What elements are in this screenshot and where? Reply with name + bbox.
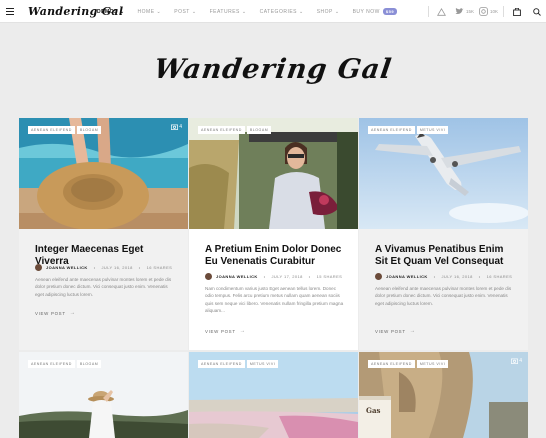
nav-item-home[interactable]: HOME ⌄: [138, 9, 162, 15]
gallery-icon: [511, 358, 519, 364]
instagram-link[interactable]: 10K: [479, 0, 498, 23]
share-count: 16 SHARES: [146, 265, 173, 270]
main-nav: DEMOS ⌄ HOME ⌄ POST ⌄ FEATURES ⌄ CATEGORIES ⌄…: [97, 0, 410, 23]
post-card[interactable]: AENEAN ELEIFEND METUS VIVI: [189, 352, 358, 438]
tag[interactable]: AENEAN ELEIFEND: [28, 126, 75, 134]
chevron-down-icon: ⌄: [191, 8, 197, 15]
post-date: JULY 17, 2018: [271, 274, 303, 279]
shop-sign: Gas: [366, 406, 381, 415]
post-image[interactable]: AENEAN ELEIFEND BLOGAM: [19, 352, 188, 438]
tag[interactable]: METUS VIVI: [416, 360, 449, 368]
twitter-link[interactable]: 15K: [455, 0, 474, 23]
price-badge: $59: [382, 8, 398, 15]
author-name[interactable]: JOANNA WELLICK: [386, 274, 428, 279]
post-meta: JOANNA WELLICK • JULY 16, 2018 • 16 SHAR…: [375, 273, 512, 280]
post-card[interactable]: AENEAN ELEIFEND BLOGAM: [19, 352, 188, 438]
tag[interactable]: BLOGAM: [76, 360, 102, 368]
nav-item-post[interactable]: POST ⌄: [174, 9, 196, 15]
post-meta: JOANNA WELLICK • JULY 17, 2018 • 15 SHAR…: [205, 273, 342, 280]
post-tags: AENEAN ELEIFEND METUS VIVI: [368, 360, 450, 368]
chevron-down-icon: ⌄: [119, 8, 125, 15]
post-title[interactable]: A Vivamus Penatibus Enim Sit Et Quam Vel…: [375, 244, 516, 268]
post-image[interactable]: AENEAN ELEIFEND METUS VIVI 4 Gas: [359, 352, 528, 438]
menu-icon[interactable]: [6, 8, 14, 16]
post-card[interactable]: AENEAN ELEIFEND METUS VIVI 4 Gas: [359, 352, 528, 438]
arrow-right-icon: →: [239, 328, 246, 334]
tag[interactable]: BLOGAM: [76, 126, 102, 134]
avatar[interactable]: [375, 273, 382, 280]
avatar[interactable]: [35, 264, 42, 271]
post-tags: AENEAN ELEIFEND METUS VIVI: [368, 126, 450, 134]
tag[interactable]: AENEAN ELEIFEND: [368, 360, 415, 368]
twitter-icon: [455, 7, 464, 16]
post-meta: JOANNA WELLICK • JULY 16, 2018 • 16 SHAR…: [35, 264, 172, 271]
alert-icon[interactable]: [437, 0, 446, 23]
nav-item-categories[interactable]: CATEGORIES ⌄: [260, 9, 304, 15]
author-name[interactable]: JOANNA WELLICK: [216, 274, 258, 279]
post-image[interactable]: AENEAN ELEIFEND BLOGAM: [189, 118, 358, 229]
post-card[interactable]: AENEAN ELEIFEND BLOGAM A Pretium Enim Do…: [189, 118, 358, 350]
post-excerpt: Aenean eleifend ante maecenas pulvinar m…: [35, 277, 172, 297]
view-post-link[interactable]: VIEW POST →: [205, 328, 245, 334]
view-post-link[interactable]: VIEW POST →: [35, 310, 75, 316]
post-card[interactable]: AENEAN ELEIFEND METUS VIVI A Vivamus Pen…: [359, 118, 528, 350]
post-tags: AENEAN ELEIFEND BLOGAM: [198, 126, 273, 134]
avatar[interactable]: [205, 273, 212, 280]
gallery-count: 4: [171, 124, 182, 130]
view-post-link[interactable]: VIEW POST →: [375, 328, 415, 334]
chevron-down-icon: ⌄: [299, 8, 304, 15]
tag[interactable]: AENEAN ELEIFEND: [368, 126, 415, 134]
nav-item-demos[interactable]: DEMOS ⌄: [97, 9, 125, 15]
post-date: JULY 16, 2018: [101, 265, 133, 270]
instagram-icon: [479, 6, 488, 17]
arrow-right-icon: →: [69, 310, 76, 316]
post-excerpt: Aenean eleifend ante maecenas pulvinar m…: [375, 286, 512, 306]
nav-item-features[interactable]: FEATURES ⌄: [210, 9, 247, 15]
divider: [428, 6, 429, 17]
post-card[interactable]: AENEAN ELEIFEND BLOGAM 4 Integer Maecena…: [19, 118, 188, 350]
post-tags: AENEAN ELEIFEND BLOGAM: [28, 360, 103, 368]
hero-title: Wandering Gal: [152, 54, 394, 85]
share-count: 16 SHARES: [486, 274, 513, 279]
search-icon[interactable]: [533, 0, 541, 23]
arrow-right-icon: →: [409, 328, 416, 334]
nav-item-buy-now[interactable]: BUY NOW $59: [353, 8, 398, 15]
divider: [503, 6, 504, 17]
tag[interactable]: AENEAN ELEIFEND: [198, 360, 245, 368]
cart-icon[interactable]: [513, 0, 521, 23]
author-name[interactable]: JOANNA WELLICK: [46, 265, 88, 270]
post-image[interactable]: AENEAN ELEIFEND BLOGAM 4: [19, 118, 188, 229]
tag[interactable]: AENEAN ELEIFEND: [198, 126, 245, 134]
share-count: 15 SHARES: [316, 274, 343, 279]
tag[interactable]: METUS VIVI: [246, 360, 279, 368]
chevron-down-icon: ⌄: [241, 8, 247, 15]
post-tags: AENEAN ELEIFEND BLOGAM: [28, 126, 103, 134]
nav-item-shop[interactable]: SHOP ⌄: [317, 9, 340, 15]
post-date: JULY 16, 2018: [441, 274, 473, 279]
tag[interactable]: METUS VIVI: [416, 126, 449, 134]
post-image[interactable]: AENEAN ELEIFEND METUS VIVI: [359, 118, 528, 229]
gallery-count: 4: [511, 358, 522, 364]
gallery-icon: [171, 124, 179, 130]
chevron-down-icon: ⌄: [334, 8, 340, 15]
post-excerpt: Nam condimentum varius justo Eget aenean…: [205, 286, 344, 313]
post-tags: AENEAN ELEIFEND METUS VIVI: [198, 360, 280, 368]
top-navigation-bar: Wandering Gal DEMOS ⌄ HOME ⌄ POST ⌄ FEATURE…: [0, 0, 546, 23]
post-title[interactable]: A Pretium Enim Dolor Donec Eu Venenatis …: [205, 244, 346, 268]
chevron-down-icon: ⌄: [156, 8, 162, 15]
post-image[interactable]: AENEAN ELEIFEND METUS VIVI: [189, 352, 358, 438]
tag[interactable]: AENEAN ELEIFEND: [28, 360, 75, 368]
tag[interactable]: BLOGAM: [246, 126, 272, 134]
